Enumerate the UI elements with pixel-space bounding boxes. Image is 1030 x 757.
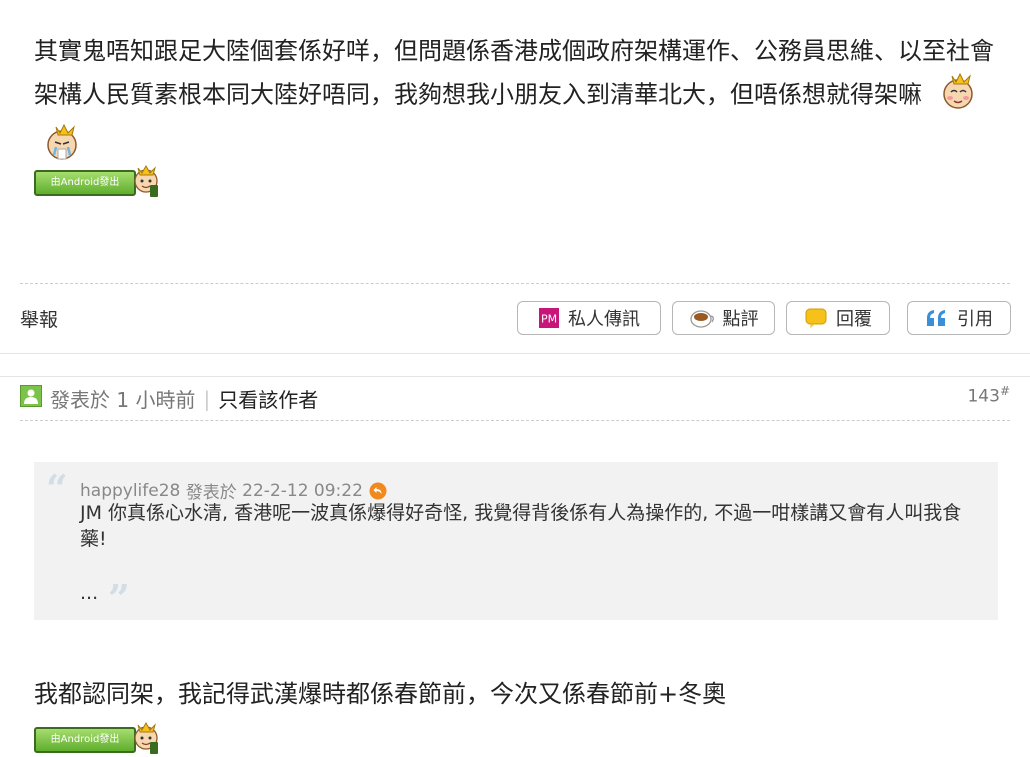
post-content: 我都認同架，我記得武漢爆時都係春節前，今次又係春節前+冬奧 bbox=[34, 680, 727, 708]
reply-button[interactable]: 回覆 bbox=[786, 301, 890, 335]
divider bbox=[20, 283, 1010, 284]
quote-ellipsis: ... bbox=[80, 582, 99, 604]
svg-text:PM: PM bbox=[541, 313, 557, 326]
post-separator bbox=[0, 353, 1030, 354]
view-author-only-link[interactable]: 只看該作者 bbox=[218, 384, 318, 413]
online-status-icon bbox=[20, 385, 42, 412]
reply-label: 回覆 bbox=[836, 309, 872, 330]
baby-crown-smiley-icon bbox=[938, 70, 982, 121]
post-header: 發表於 1 小時前 | 只看該作者 bbox=[20, 384, 318, 413]
open-quote-icon: “ bbox=[46, 466, 68, 511]
post-time: 發表於 1 小時前 bbox=[50, 388, 196, 412]
header-separator: | bbox=[203, 386, 211, 411]
rate-button[interactable]: 點評 bbox=[672, 301, 775, 335]
post-content: 其實鬼唔知跟足大陸個套係好咩，但問題係香港成個政府架構運作、公務員思維、以至社會… bbox=[34, 32, 994, 172]
quote-label: 引用 bbox=[957, 309, 993, 330]
android-badge-label: 由Android發出 bbox=[34, 170, 136, 196]
private-message-button[interactable]: PM 私人傳訊 bbox=[517, 301, 661, 335]
android-badge: 由Android發出 bbox=[34, 720, 164, 757]
report-link[interactable]: 舉報 bbox=[20, 305, 58, 332]
android-mascot-icon bbox=[128, 163, 164, 203]
rate-label: 點評 bbox=[722, 309, 759, 330]
quote-author: happylife28 bbox=[80, 480, 181, 501]
jump-to-post-icon[interactable] bbox=[369, 482, 387, 500]
floor-number-value: 143 bbox=[967, 386, 1000, 407]
quote-button[interactable]: 引用 bbox=[907, 301, 1011, 335]
close-quote-icon: ” bbox=[108, 576, 130, 621]
floor-number[interactable]: 143# bbox=[967, 384, 1010, 407]
post-separator bbox=[0, 376, 1030, 377]
teacup-icon bbox=[689, 307, 715, 329]
android-badge-label: 由Android發出 bbox=[34, 727, 136, 753]
quote-text: JM 你真係心水清, 香港呢一波真係爆得好奇怪, 我覺得背後係有人為操作的, 不… bbox=[80, 502, 962, 550]
floor-number-suffix: # bbox=[999, 384, 1010, 398]
android-mascot-icon bbox=[128, 720, 164, 757]
quote-block: “ happylife28 發表於 22-2-12 09:22 JM 你真係心水… bbox=[34, 462, 998, 620]
android-badge: 由Android發出 bbox=[34, 163, 164, 203]
forum-thread-page: 其實鬼唔知跟足大陸個套係好咩，但問題係香港成個政府架構運作、公務員思維、以至社會… bbox=[0, 0, 1030, 757]
post-text: 其實鬼唔知跟足大陸個套係好咩，但問題係香港成個政府架構運作、公務員思維、以至社會… bbox=[34, 37, 994, 109]
pm-icon: PM bbox=[538, 307, 560, 329]
quote-marks-icon bbox=[925, 308, 949, 328]
divider bbox=[20, 420, 1010, 421]
private-message-label: 私人傳訊 bbox=[568, 309, 640, 330]
quote-datetime: 22-2-12 09:22 bbox=[242, 480, 363, 501]
speech-bubble-icon bbox=[804, 307, 828, 329]
